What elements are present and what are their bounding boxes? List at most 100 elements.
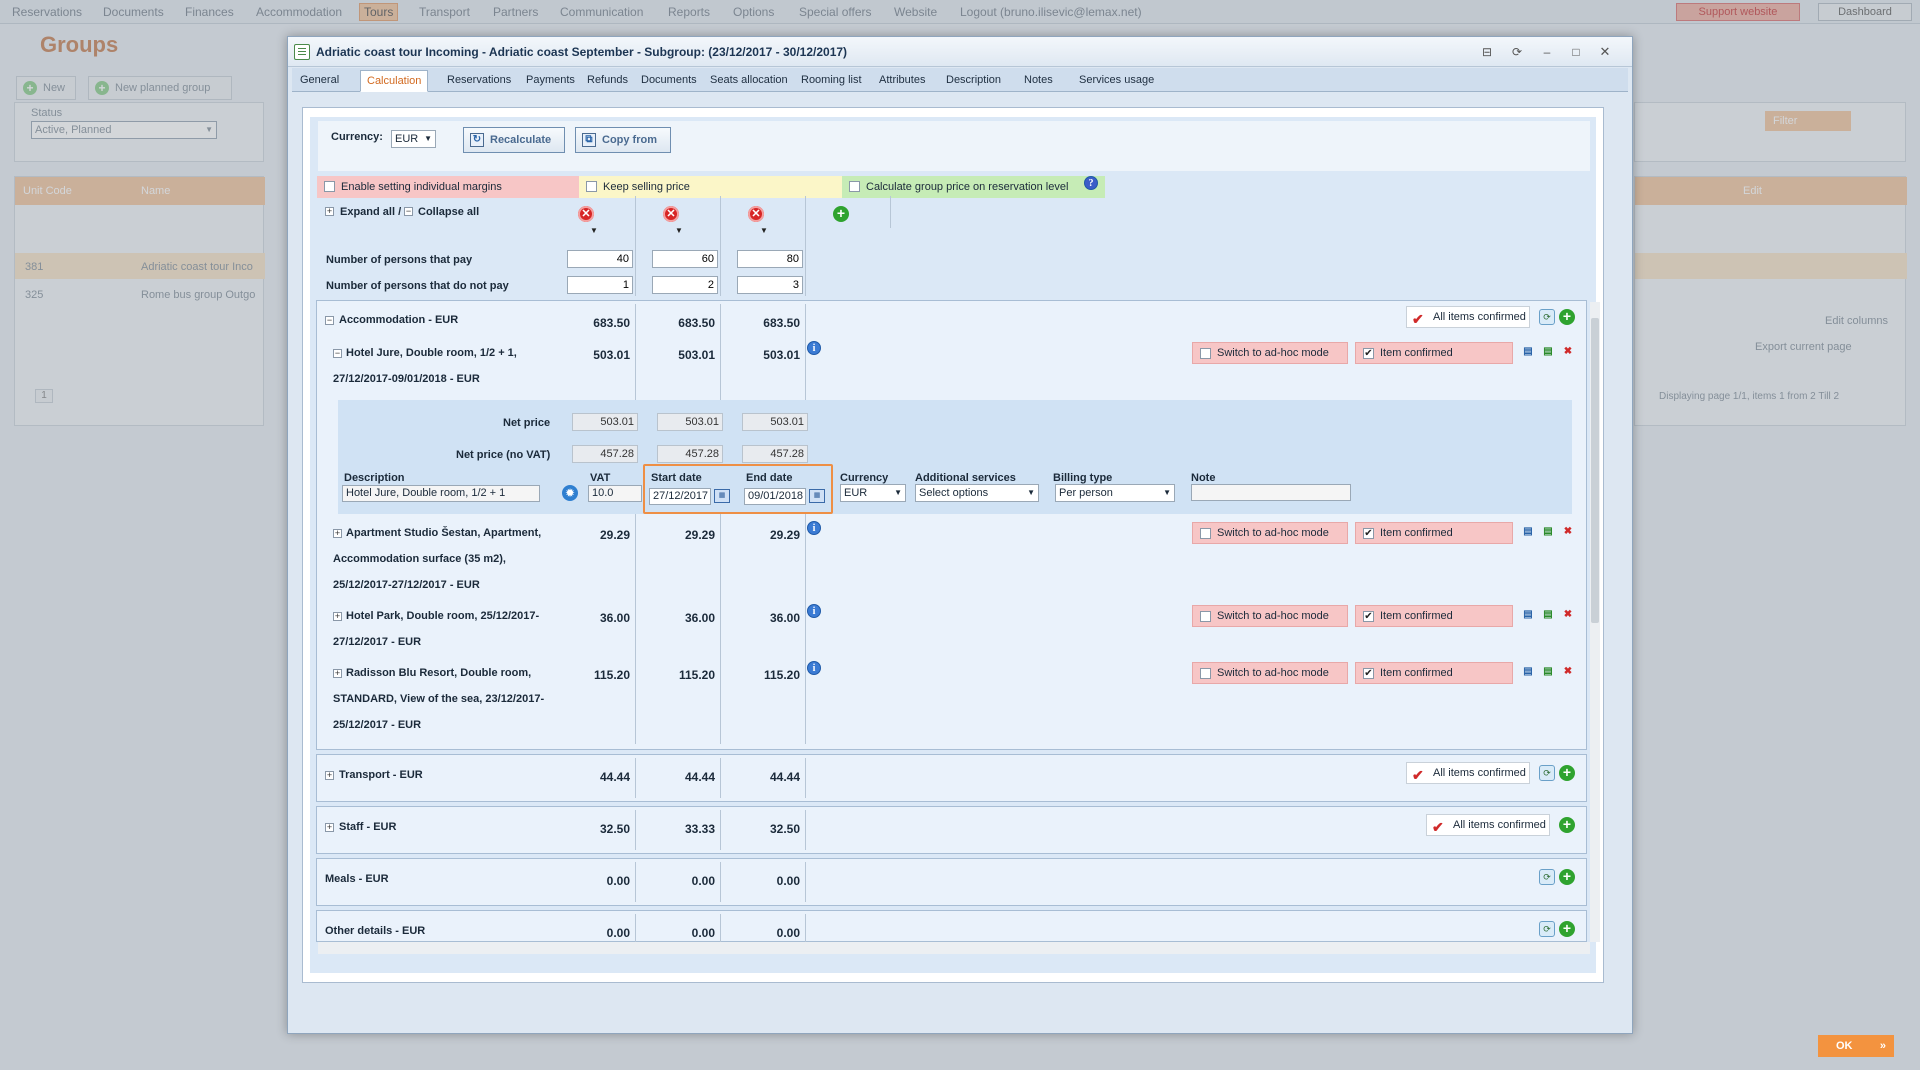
copy-item-icon[interactable]: ▤ (1540, 344, 1556, 360)
collapse-all-icon[interactable]: − (404, 207, 413, 216)
individual-margins-option[interactable]: Enable setting individual margins (317, 176, 579, 198)
item-confirmed-toggle[interactable]: Item confirmed (1355, 662, 1513, 684)
note-input[interactable] (1191, 484, 1351, 501)
move-item-icon[interactable]: ▤ (1520, 524, 1536, 540)
remove-column-icon[interactable]: ✕ (578, 206, 594, 222)
item-confirmed-checkbox[interactable] (1363, 611, 1374, 622)
remove-column-icon[interactable]: ✕ (663, 206, 679, 222)
collapse-all-link[interactable]: Collapse all (418, 206, 479, 218)
switch-adhoc-toggle[interactable]: Switch to ad-hoc mode (1192, 662, 1348, 684)
tab-description[interactable]: Description (940, 70, 1007, 92)
copy-from-button[interactable]: ⧉ Copy from (575, 127, 671, 153)
persons-pay-input[interactable] (652, 250, 718, 268)
vat-input[interactable]: 10.0 (588, 485, 642, 502)
additional-services-select[interactable]: Select options (915, 484, 1039, 502)
move-item-icon[interactable]: ▤ (1520, 664, 1536, 680)
column-menu-icon[interactable]: ▼ (760, 226, 768, 235)
move-item-icon[interactable]: ▤ (1520, 607, 1536, 623)
switch-adhoc-toggle[interactable]: Switch to ad-hoc mode (1192, 605, 1348, 627)
delete-item-icon[interactable]: ✖ (1560, 664, 1576, 680)
delete-item-icon[interactable]: ✖ (1560, 524, 1576, 540)
add-item-icon[interactable]: + (1559, 309, 1575, 325)
refresh-prices-icon[interactable]: ⟳ (1539, 765, 1555, 781)
add-item-icon[interactable]: + (1559, 817, 1575, 833)
tab-notes[interactable]: Notes (1018, 70, 1059, 92)
billing-type-select[interactable]: Per person (1055, 484, 1175, 502)
info-icon[interactable]: i (807, 521, 821, 535)
tab-rooming-list[interactable]: Rooming list (795, 70, 868, 92)
item-confirmed-toggle[interactable]: Item confirmed (1355, 342, 1513, 364)
minimize-icon[interactable]: – (1538, 43, 1556, 61)
tab-documents[interactable]: Documents (635, 70, 703, 92)
add-item-icon[interactable]: + (1559, 869, 1575, 885)
copy-item-icon[interactable]: ▤ (1540, 524, 1556, 540)
copy-item-icon[interactable]: ▤ (1540, 664, 1556, 680)
all-items-confirmed-button[interactable]: ✔ All items confirmed (1406, 306, 1530, 328)
tab-calculation[interactable]: Calculation (360, 70, 429, 92)
expand-item-icon[interactable]: + (333, 612, 342, 621)
group-price-checkbox[interactable] (849, 181, 860, 192)
tab-refunds[interactable]: Refunds (581, 70, 634, 92)
info-icon[interactable]: i (807, 661, 821, 675)
refresh-prices-icon[interactable]: ⟳ (1539, 869, 1555, 885)
expand-all-icon[interactable]: + (325, 207, 334, 216)
expand-item-icon[interactable]: + (333, 529, 342, 538)
item-confirmed-toggle[interactable]: Item confirmed (1355, 522, 1513, 544)
tab-general[interactable]: General (294, 70, 345, 92)
delete-item-icon[interactable]: ✖ (1560, 607, 1576, 623)
add-item-icon[interactable]: + (1559, 921, 1575, 937)
switch-adhoc-toggle[interactable]: Switch to ad-hoc mode (1192, 522, 1348, 544)
tab-reservations[interactable]: Reservations (441, 70, 517, 92)
all-items-confirmed-button[interactable]: ✔ All items confirmed (1406, 762, 1530, 784)
remove-column-icon[interactable]: ✕ (748, 206, 764, 222)
move-item-icon[interactable]: ▤ (1520, 344, 1536, 360)
info-icon[interactable]: i (807, 341, 821, 355)
currency-field-select[interactable]: EUR (840, 484, 906, 502)
persons-pay-input[interactable] (567, 250, 633, 268)
switch-adhoc-checkbox[interactable] (1200, 348, 1211, 359)
switch-adhoc-checkbox[interactable] (1200, 668, 1211, 679)
item-confirmed-checkbox[interactable] (1363, 668, 1374, 679)
item-confirmed-checkbox[interactable] (1363, 348, 1374, 359)
refresh-prices-icon[interactable]: ⟳ (1539, 921, 1555, 937)
group-price-option[interactable]: Calculate group price on reservation lev… (842, 176, 1105, 198)
description-input[interactable]: Hotel Jure, Double room, 1/2 + 1 (342, 485, 540, 502)
refresh-prices-icon[interactable]: ⟳ (1539, 309, 1555, 325)
switch-adhoc-checkbox[interactable] (1200, 528, 1211, 539)
close-icon[interactable]: ✕ (1596, 43, 1614, 61)
delete-item-icon[interactable]: ✖ (1560, 344, 1576, 360)
horizontal-scrollbar[interactable] (318, 942, 1590, 954)
column-menu-icon[interactable]: ▼ (590, 226, 598, 235)
persons-nopay-input[interactable] (652, 276, 718, 294)
collapse-section-icon[interactable]: − (325, 316, 334, 325)
switch-adhoc-checkbox[interactable] (1200, 611, 1211, 622)
keep-selling-price-checkbox[interactable] (586, 181, 597, 192)
refresh-icon[interactable]: ⟳ (1508, 43, 1526, 61)
help-icon[interactable]: ? (1084, 176, 1098, 190)
switch-adhoc-toggle[interactable]: Switch to ad-hoc mode (1192, 342, 1348, 364)
add-item-icon[interactable]: + (1559, 765, 1575, 781)
pin-icon[interactable]: ⊟ (1478, 43, 1496, 61)
currency-select[interactable]: EUR (391, 130, 436, 148)
column-menu-icon[interactable]: ▼ (675, 226, 683, 235)
tab-services-usage[interactable]: Services usage (1073, 70, 1160, 92)
expand-item-icon[interactable]: + (333, 669, 342, 678)
tab-payments[interactable]: Payments (520, 70, 581, 92)
expand-section-icon[interactable]: + (325, 771, 334, 780)
ok-button[interactable]: OK » (1818, 1035, 1894, 1057)
copy-item-icon[interactable]: ▤ (1540, 607, 1556, 623)
persons-pay-input[interactable] (737, 250, 803, 268)
collapse-item-icon[interactable]: − (333, 349, 342, 358)
maximize-icon[interactable]: □ (1567, 43, 1585, 61)
settings-icon[interactable]: ✹ (562, 485, 578, 501)
keep-selling-price-option[interactable]: Keep selling price (579, 176, 842, 198)
all-items-confirmed-button[interactable]: ✔ All items confirmed (1426, 814, 1550, 836)
info-icon[interactable]: i (807, 604, 821, 618)
recalculate-button[interactable]: ↻ Recalculate (463, 127, 565, 153)
tab-attributes[interactable]: Attributes (873, 70, 931, 92)
item-confirmed-toggle[interactable]: Item confirmed (1355, 605, 1513, 627)
tab-seats-allocation[interactable]: Seats allocation (704, 70, 794, 92)
add-column-icon[interactable]: + (833, 206, 849, 222)
expand-all-link[interactable]: Expand all / (340, 206, 401, 218)
persons-nopay-input[interactable] (567, 276, 633, 294)
